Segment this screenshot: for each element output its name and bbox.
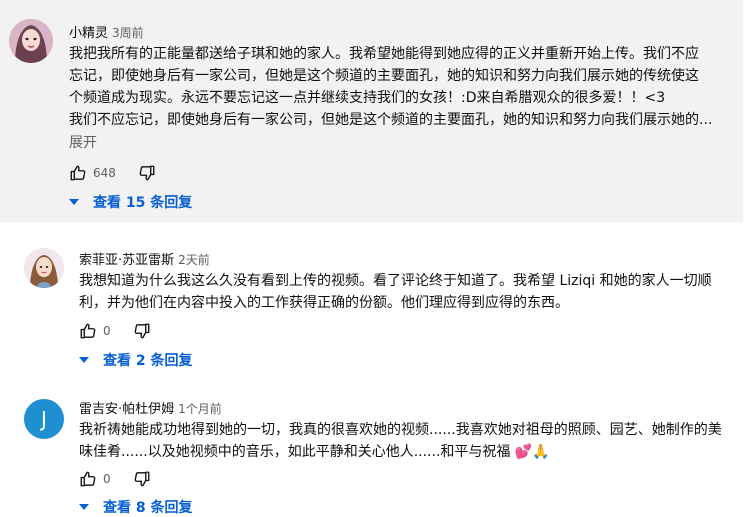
comment-header: 小精灵 3周前 [69, 22, 144, 41]
like-count: 0 [103, 472, 111, 486]
comment-author[interactable]: 雷吉安·帕杜伊姆 [79, 402, 174, 417]
comment-text-line: 忘记，即使她身后有一家公司，但她是这个频道的主要面孔，她的知识和努力向我们展示她… [69, 68, 699, 84]
comment-text-line: 个频道成为现实。永远不要忘记这一点并继续支持我们的女孩！:D来自希腊观众的很多爱… [69, 90, 666, 106]
comment-text-line: 我把我所有的正能量都送给子琪和她的家人。我希望她能得到她应得的正义并重新开始上传… [69, 46, 699, 62]
user-avatar[interactable] [9, 19, 53, 63]
chevron-down-icon [69, 199, 79, 205]
comment-text-line: 利，并为他们在内容中投入的工作获得正确的份额。他们理应得到应得的东西。 [79, 295, 569, 311]
thumbs-down-icon[interactable] [133, 322, 151, 340]
like-count: 648 [93, 166, 116, 180]
comment-text: 我把我所有的正能量都送给子琪和她的家人。我希望她能得到她应得的正义并重新开始上传… [69, 43, 712, 131]
comment-header: 索菲亚·苏亚雷斯 2天前 [79, 249, 210, 268]
avatar-letter: J [41, 407, 47, 431]
thumbs-up-icon[interactable] [79, 322, 97, 340]
view-replies-button[interactable]: 查看 15 条回复 [69, 192, 192, 212]
comment-text-line: 味佳肴......以及她视频中的音乐，如此平静和关心他人......和平与祝福 … [79, 444, 550, 460]
expand-link[interactable]: 展开 [69, 132, 97, 152]
comment-text: 我想知道为什么我这么久没有看到上传的视频。看了评论终于知道了。我希望 Liziq… [79, 270, 712, 314]
view-replies-label: 查看 8 条回复 [103, 500, 193, 516]
chevron-down-icon [79, 357, 89, 363]
thumbs-down-icon[interactable] [133, 470, 151, 488]
view-replies-label: 查看 2 条回复 [103, 353, 193, 369]
view-replies-button[interactable]: 查看 2 条回复 [79, 350, 193, 370]
thumbs-up-icon[interactable] [69, 164, 87, 182]
comment-text-line: 我祈祷她能成功地得到她的一切，我真的很喜欢她的视频......我喜欢她对祖母的照… [79, 422, 722, 438]
comment-text-line: 我们不应忘记，即使她身后有一家公司，但她是这个频道的主要面孔，她的知识和努力向我… [69, 112, 713, 128]
comment-time[interactable]: 3周前 [112, 26, 144, 40]
like-count: 0 [103, 324, 111, 338]
comment-text: 我祈祷她能成功地得到她的一切，我真的很喜欢她的视频......我喜欢她对祖母的照… [79, 419, 722, 463]
thumbs-up-icon[interactable] [79, 470, 97, 488]
comment-time[interactable]: 2天前 [178, 253, 210, 267]
emoji-heart-prayer: 💕🙏 [514, 444, 550, 460]
comment-author[interactable]: 小精灵 [69, 26, 108, 41]
view-replies-label: 查看 15 条回复 [93, 195, 193, 211]
chevron-down-icon [79, 504, 89, 510]
thumbs-down-icon[interactable] [138, 164, 156, 182]
comment-header: 雷吉安·帕杜伊姆 1个月前 [79, 398, 222, 417]
user-avatar[interactable]: J [24, 399, 64, 439]
comment-time[interactable]: 1个月前 [178, 402, 222, 416]
comment-actions: 0 [79, 470, 151, 488]
comment-author[interactable]: 索菲亚·苏亚雷斯 [79, 253, 174, 268]
comment-actions: 648 [69, 164, 156, 182]
comment-actions: 0 [79, 322, 151, 340]
comment-text-line: 我想知道为什么我这么久没有看到上传的视频。看了评论终于知道了。我希望 Liziq… [79, 273, 712, 289]
user-avatar[interactable] [24, 248, 64, 288]
view-replies-button[interactable]: 查看 8 条回复 [79, 497, 193, 517]
